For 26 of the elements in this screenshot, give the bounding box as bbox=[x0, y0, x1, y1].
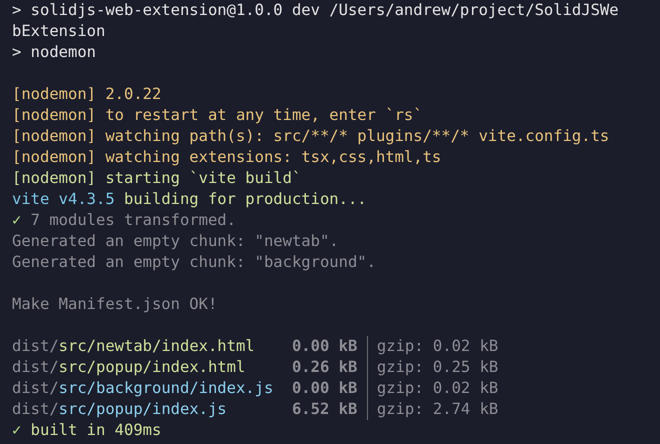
terminal-line: > nodemon bbox=[12, 42, 96, 63]
gzip-size: gzip: 2.74 kB bbox=[376, 399, 498, 420]
terminal-line: [nodemon] 2.0.22 bbox=[12, 84, 162, 105]
file-path: dist/src/popup/index.html bbox=[12, 357, 246, 378]
gzip-size: gzip: 0.02 kB bbox=[376, 378, 498, 399]
file-size: 6.52 kB bbox=[292, 399, 358, 420]
terminal-line: [nodemon] watching extensions: tsx,css,html,ts bbox=[12, 147, 442, 168]
terminal-line: ✓ built in 409ms bbox=[12, 420, 162, 441]
terminal-line: Make Manifest.json OK! bbox=[12, 294, 218, 315]
terminal-line: ✓ 7 modules transformed. bbox=[12, 210, 236, 231]
terminal-line: [nodemon] watching path(s): src/**/* plugins/**/* vite.config.ts bbox=[12, 126, 610, 147]
file-path: dist/src/background/index.js bbox=[12, 378, 274, 399]
file-size: 0.00 kB bbox=[292, 336, 358, 357]
gzip-size: gzip: 0.02 kB bbox=[376, 336, 498, 357]
terminal-line: bExtension bbox=[12, 21, 106, 42]
gzip-size: gzip: 0.25 kB bbox=[376, 357, 498, 378]
terminal-line: [nodemon] starting `vite build` bbox=[12, 168, 302, 189]
file-path: dist/src/newtab/index.html bbox=[12, 336, 256, 357]
file-size: 0.00 kB bbox=[292, 378, 358, 399]
terminal-line: > solidjs-web-extension@1.0.0 dev /Users/andrew/project/SolidJSWe bbox=[12, 0, 619, 21]
file-size: 0.26 kB bbox=[292, 357, 358, 378]
terminal-line: [nodemon] to restart at any time, enter `rs` bbox=[12, 105, 423, 126]
terminal-line: Generated an empty chunk: "newtab". bbox=[12, 231, 339, 252]
terminal-line: Generated an empty chunk: "background". bbox=[12, 252, 376, 273]
file-path: dist/src/popup/index.js bbox=[12, 399, 228, 420]
terminal-line: vite v4.3.5 building for production... bbox=[12, 189, 367, 210]
